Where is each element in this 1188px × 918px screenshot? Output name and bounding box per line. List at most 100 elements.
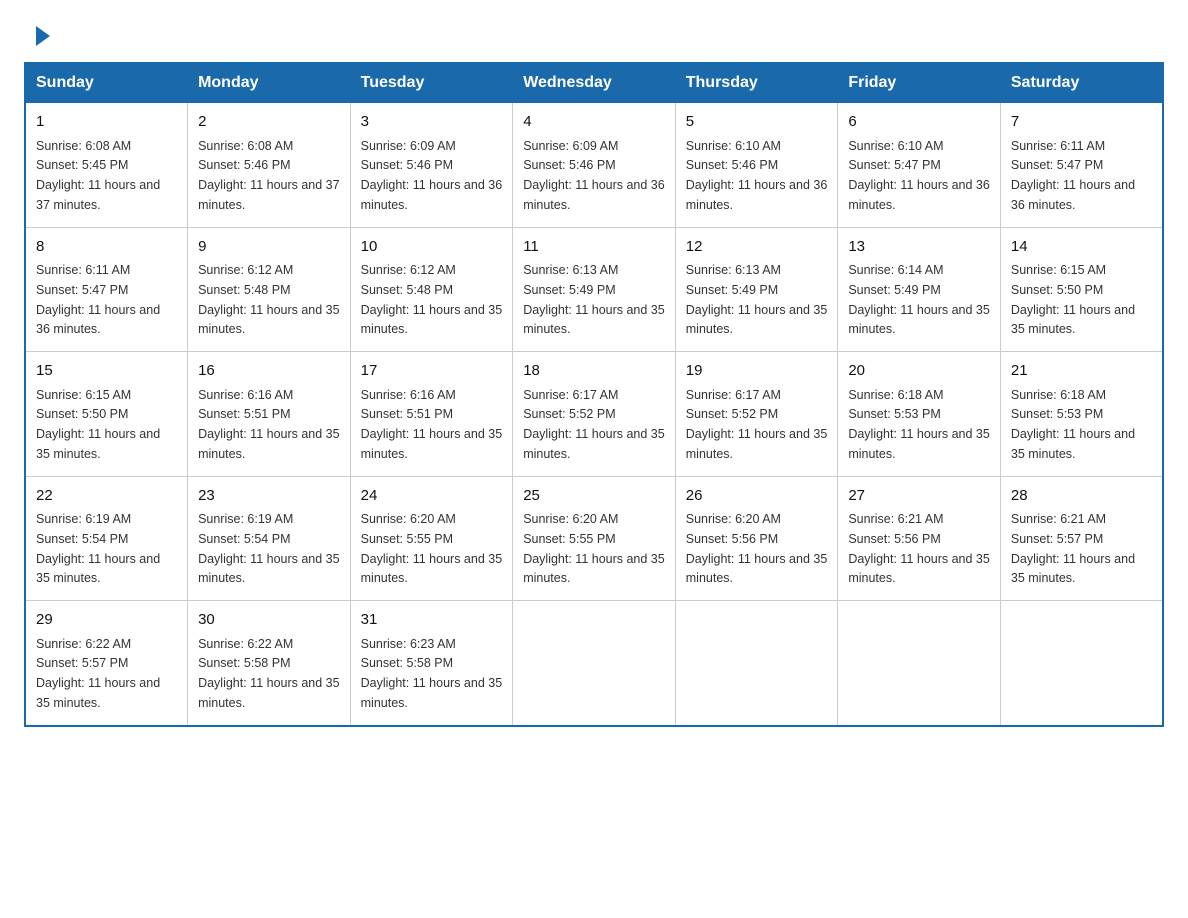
day-number: 3	[361, 111, 503, 134]
day-info: Sunrise: 6:16 AMSunset: 5:51 PMDaylight:…	[361, 388, 503, 461]
day-number: 1	[36, 111, 177, 134]
calendar-cell: 26 Sunrise: 6:20 AMSunset: 5:56 PMDayligh…	[675, 476, 838, 601]
calendar-cell: 10 Sunrise: 6:12 AMSunset: 5:48 PMDayligh…	[350, 227, 513, 352]
day-number: 26	[686, 485, 828, 508]
day-info: Sunrise: 6:22 AMSunset: 5:58 PMDaylight:…	[198, 637, 340, 710]
day-number: 27	[848, 485, 990, 508]
calendar-header-row: SundayMondayTuesdayWednesdayThursdayFrid…	[25, 63, 1163, 103]
calendar-cell	[1000, 601, 1163, 726]
day-info: Sunrise: 6:09 AMSunset: 5:46 PMDaylight:…	[523, 139, 665, 212]
day-number: 23	[198, 485, 340, 508]
calendar-cell	[838, 601, 1001, 726]
calendar-cell: 8Sunrise: 6:11 AMSunset: 5:47 PMDaylight…	[25, 227, 188, 352]
day-info: Sunrise: 6:12 AMSunset: 5:48 PMDaylight:…	[198, 263, 340, 336]
day-info: Sunrise: 6:18 AMSunset: 5:53 PMDaylight:…	[1011, 388, 1135, 461]
day-info: Sunrise: 6:21 AMSunset: 5:57 PMDaylight:…	[1011, 512, 1135, 585]
calendar-cell: 15 Sunrise: 6:15 AMSunset: 5:50 PMDayligh…	[25, 352, 188, 477]
calendar-week-row-3: 15 Sunrise: 6:15 AMSunset: 5:50 PMDayligh…	[25, 352, 1163, 477]
calendar-cell: 16Sunrise: 6:16 AMSunset: 5:51 PMDayligh…	[188, 352, 351, 477]
day-info: Sunrise: 6:15 AMSunset: 5:50 PMDaylight:…	[1011, 263, 1135, 336]
day-number: 9	[198, 236, 340, 259]
calendar-header-saturday: Saturday	[1000, 63, 1163, 103]
calendar-header-monday: Monday	[188, 63, 351, 103]
page-header	[0, 0, 1188, 62]
logo	[32, 24, 50, 46]
day-number: 30	[198, 609, 340, 632]
day-info: Sunrise: 6:10 AMSunset: 5:47 PMDaylight:…	[848, 139, 990, 212]
day-info: Sunrise: 6:14 AMSunset: 5:49 PMDaylight:…	[848, 263, 990, 336]
day-info: Sunrise: 6:13 AMSunset: 5:49 PMDaylight:…	[686, 263, 828, 336]
calendar-wrapper: SundayMondayTuesdayWednesdayThursdayFrid…	[0, 62, 1188, 751]
calendar-cell	[675, 601, 838, 726]
day-info: Sunrise: 6:16 AMSunset: 5:51 PMDaylight:…	[198, 388, 340, 461]
day-number: 21	[1011, 360, 1152, 383]
day-number: 13	[848, 236, 990, 259]
calendar-cell: 2Sunrise: 6:08 AMSunset: 5:46 PMDaylight…	[188, 103, 351, 228]
calendar-header-sunday: Sunday	[25, 63, 188, 103]
calendar-week-row-4: 22 Sunrise: 6:19 AMSunset: 5:54 PMDayligh…	[25, 476, 1163, 601]
calendar-cell: 30 Sunrise: 6:22 AMSunset: 5:58 PMDayligh…	[188, 601, 351, 726]
day-info: Sunrise: 6:10 AMSunset: 5:46 PMDaylight:…	[686, 139, 828, 212]
calendar-cell: 13 Sunrise: 6:14 AMSunset: 5:49 PMDayligh…	[838, 227, 1001, 352]
calendar-cell: 3Sunrise: 6:09 AMSunset: 5:46 PMDaylight…	[350, 103, 513, 228]
calendar-cell: 12 Sunrise: 6:13 AMSunset: 5:49 PMDayligh…	[675, 227, 838, 352]
day-number: 29	[36, 609, 177, 632]
calendar-cell: 18 Sunrise: 6:17 AMSunset: 5:52 PMDayligh…	[513, 352, 676, 477]
calendar-table: SundayMondayTuesdayWednesdayThursdayFrid…	[24, 62, 1164, 727]
day-number: 19	[686, 360, 828, 383]
calendar-header-wednesday: Wednesday	[513, 63, 676, 103]
day-number: 22	[36, 485, 177, 508]
calendar-cell: 5Sunrise: 6:10 AMSunset: 5:46 PMDaylight…	[675, 103, 838, 228]
day-number: 31	[361, 609, 503, 632]
calendar-cell: 27 Sunrise: 6:21 AMSunset: 5:56 PMDayligh…	[838, 476, 1001, 601]
calendar-cell: 20 Sunrise: 6:18 AMSunset: 5:53 PMDayligh…	[838, 352, 1001, 477]
day-info: Sunrise: 6:22 AMSunset: 5:57 PMDaylight:…	[36, 637, 160, 710]
calendar-cell: 6 Sunrise: 6:10 AMSunset: 5:47 PMDaylight…	[838, 103, 1001, 228]
day-number: 18	[523, 360, 665, 383]
day-info: Sunrise: 6:21 AMSunset: 5:56 PMDaylight:…	[848, 512, 990, 585]
calendar-cell: 29 Sunrise: 6:22 AMSunset: 5:57 PMDayligh…	[25, 601, 188, 726]
calendar-header-thursday: Thursday	[675, 63, 838, 103]
day-number: 6	[848, 111, 990, 134]
calendar-cell: 9 Sunrise: 6:12 AMSunset: 5:48 PMDaylight…	[188, 227, 351, 352]
day-info: Sunrise: 6:19 AMSunset: 5:54 PMDaylight:…	[36, 512, 160, 585]
calendar-cell: 17 Sunrise: 6:16 AMSunset: 5:51 PMDayligh…	[350, 352, 513, 477]
day-info: Sunrise: 6:19 AMSunset: 5:54 PMDaylight:…	[198, 512, 340, 585]
day-info: Sunrise: 6:17 AMSunset: 5:52 PMDaylight:…	[523, 388, 665, 461]
day-number: 28	[1011, 485, 1152, 508]
day-number: 7	[1011, 111, 1152, 134]
day-number: 8	[36, 236, 177, 259]
day-info: Sunrise: 6:12 AMSunset: 5:48 PMDaylight:…	[361, 263, 503, 336]
day-info: Sunrise: 6:20 AMSunset: 5:55 PMDaylight:…	[523, 512, 665, 585]
day-info: Sunrise: 6:11 AMSunset: 5:47 PMDaylight:…	[1011, 139, 1135, 212]
day-info: Sunrise: 6:13 AMSunset: 5:49 PMDaylight:…	[523, 263, 665, 336]
day-info: Sunrise: 6:18 AMSunset: 5:53 PMDaylight:…	[848, 388, 990, 461]
calendar-cell: 25 Sunrise: 6:20 AMSunset: 5:55 PMDayligh…	[513, 476, 676, 601]
day-info: Sunrise: 6:20 AMSunset: 5:56 PMDaylight:…	[686, 512, 828, 585]
day-number: 25	[523, 485, 665, 508]
day-number: 20	[848, 360, 990, 383]
calendar-cell: 1 Sunrise: 6:08 AMSunset: 5:45 PMDaylight…	[25, 103, 188, 228]
calendar-cell: 24Sunrise: 6:20 AMSunset: 5:55 PMDayligh…	[350, 476, 513, 601]
day-info: Sunrise: 6:08 AMSunset: 5:46 PMDaylight:…	[198, 139, 340, 212]
calendar-cell: 11 Sunrise: 6:13 AMSunset: 5:49 PMDayligh…	[513, 227, 676, 352]
day-info: Sunrise: 6:23 AMSunset: 5:58 PMDaylight:…	[361, 637, 503, 710]
calendar-cell: 19 Sunrise: 6:17 AMSunset: 5:52 PMDayligh…	[675, 352, 838, 477]
calendar-cell: 4Sunrise: 6:09 AMSunset: 5:46 PMDaylight…	[513, 103, 676, 228]
day-number: 11	[523, 236, 665, 259]
calendar-cell: 22 Sunrise: 6:19 AMSunset: 5:54 PMDayligh…	[25, 476, 188, 601]
day-info: Sunrise: 6:17 AMSunset: 5:52 PMDaylight:…	[686, 388, 828, 461]
day-number: 10	[361, 236, 503, 259]
day-number: 15	[36, 360, 177, 383]
calendar-cell: 28 Sunrise: 6:21 AMSunset: 5:57 PMDayligh…	[1000, 476, 1163, 601]
day-info: Sunrise: 6:08 AMSunset: 5:45 PMDaylight:…	[36, 139, 160, 212]
day-number: 17	[361, 360, 503, 383]
calendar-cell	[513, 601, 676, 726]
calendar-cell: 31 Sunrise: 6:23 AMSunset: 5:58 PMDayligh…	[350, 601, 513, 726]
day-number: 12	[686, 236, 828, 259]
calendar-week-row-1: 1 Sunrise: 6:08 AMSunset: 5:45 PMDaylight…	[25, 103, 1163, 228]
day-info: Sunrise: 6:15 AMSunset: 5:50 PMDaylight:…	[36, 388, 160, 461]
calendar-header-friday: Friday	[838, 63, 1001, 103]
logo-triangle-icon	[36, 26, 50, 46]
calendar-cell: 7 Sunrise: 6:11 AMSunset: 5:47 PMDaylight…	[1000, 103, 1163, 228]
